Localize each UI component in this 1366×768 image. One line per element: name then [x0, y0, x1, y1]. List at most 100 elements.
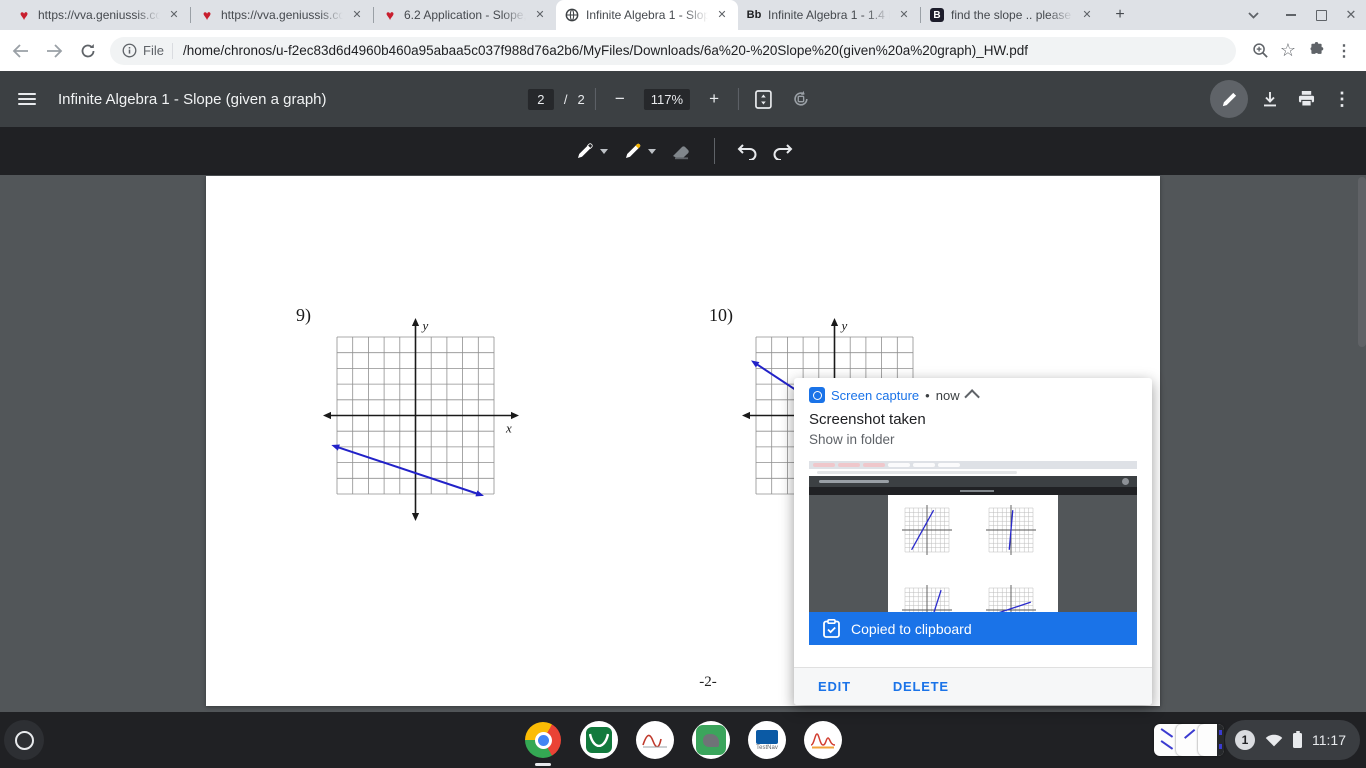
print-icon[interactable] [1292, 85, 1320, 113]
pen-tool-button[interactable] [574, 140, 608, 162]
notification-count-badge: 1 [1235, 730, 1255, 750]
screenshot-thumbnail[interactable]: Copied to clipboard [809, 461, 1137, 645]
url-text[interactable]: /home/chronos/u-f2ec83d6d4960b460a95abaa… [183, 43, 1224, 58]
address-bar[interactable]: File /home/chronos/u-f2ec83d6d4960b460a9… [110, 36, 1236, 65]
shelf-app-testnav[interactable]: TestNav [747, 720, 787, 760]
undo-button[interactable] [737, 143, 758, 160]
new-tab-button[interactable]: + [1107, 2, 1133, 28]
bookmark-star-icon[interactable]: ☆ [1274, 37, 1302, 65]
heart-favicon: ♥ [202, 7, 212, 23]
spectrum-icon [804, 721, 842, 759]
zoom-level-input[interactable]: 117% [643, 88, 691, 110]
shelf-app-chrome[interactable] [523, 720, 563, 766]
pdf-content-area[interactable]: 9) yx 10) yx -2- Screen capture • now Sc… [0, 175, 1366, 712]
clock: 11:17 [1312, 732, 1346, 748]
edit-button[interactable]: EDIT [818, 679, 851, 694]
svg-text:y: y [840, 318, 848, 333]
svg-text:x: x [505, 421, 512, 436]
notification-time: now [935, 387, 960, 403]
notification-title: Screenshot taken [809, 411, 926, 428]
annotate-mode-button[interactable] [1210, 80, 1248, 118]
tab-strip: ♥ https://vva.geniussis.co ✕ ♥ https://v… [0, 0, 1366, 30]
redo-button[interactable] [772, 143, 793, 160]
tab-search-chevron-icon[interactable] [1238, 0, 1268, 30]
reload-icon[interactable] [74, 37, 102, 65]
shelf-app-evernote[interactable] [691, 720, 731, 760]
tab-close-icon[interactable]: ✕ [896, 7, 912, 23]
tab-title: https://vva.geniussis.co [38, 8, 160, 22]
annotation-divider [713, 138, 715, 164]
chrome-icon [525, 722, 561, 758]
tab-close-icon[interactable]: ✕ [349, 7, 365, 23]
info-icon[interactable] [122, 43, 137, 58]
shelf-app-spectrum[interactable] [803, 720, 843, 760]
screen-capture-notification[interactable]: Screen capture • now Screenshot taken Sh… [794, 378, 1152, 705]
zoom-out-button[interactable]: − [606, 85, 634, 113]
clipboard-status-text: Copied to clipboard [851, 620, 972, 637]
tab-geniussis-2[interactable]: ♥ https://vva.geniussis.co ✕ [191, 0, 373, 30]
delete-button[interactable]: DELETE [893, 679, 949, 694]
eraser-tool-button[interactable] [670, 141, 692, 161]
pen-options-caret-icon[interactable] [599, 148, 608, 154]
brainly-favicon: B [930, 8, 944, 22]
fit-to-page-icon[interactable] [749, 85, 777, 113]
download-icon[interactable] [1256, 85, 1284, 113]
browser-toolbar: File /home/chronos/u-f2ec83d6d4960b460a9… [0, 30, 1366, 71]
pdf-menu-icon[interactable] [18, 93, 36, 105]
tab-62-application[interactable]: ♥ 6.2 Application - Slope, ✕ [374, 0, 556, 30]
chromeos-screen: ♥ https://vva.geniussis.co ✕ ♥ https://v… [0, 0, 1366, 768]
page-footer-number: -2- [699, 674, 717, 690]
rotate-icon[interactable] [787, 85, 815, 113]
tab-close-icon[interactable]: ✕ [1079, 7, 1095, 23]
screen-capture-icon [809, 387, 825, 403]
evernote-icon [692, 721, 730, 759]
wifi-icon [1265, 734, 1283, 747]
browser-menu-icon[interactable]: ⋮ [1330, 37, 1358, 65]
page-number-input[interactable]: 2 [527, 88, 554, 110]
zoom-page-icon[interactable] [1246, 37, 1274, 65]
tab-close-icon[interactable]: ✕ [714, 7, 730, 23]
holding-space-tote[interactable] [1154, 722, 1232, 758]
shelf-app-desmos[interactable] [579, 720, 619, 760]
thumbnail-tabstrip [809, 461, 1137, 469]
thumbnail-pdf-toolbar [809, 476, 1137, 487]
toolbar-divider [594, 88, 596, 110]
tab-close-icon[interactable]: ✕ [166, 7, 182, 23]
launcher-button[interactable] [4, 720, 44, 760]
tab-close-icon[interactable]: ✕ [532, 7, 548, 23]
pdf-scrollbar[interactable] [1358, 177, 1366, 347]
highlighter-options-caret-icon[interactable] [647, 148, 656, 154]
extensions-puzzle-icon[interactable] [1302, 37, 1330, 65]
system-tray[interactable]: 1 11:17 [1225, 720, 1360, 760]
graph-9: yx [323, 318, 519, 521]
notification-dot: • [925, 387, 930, 403]
red-curve-graph-icon [636, 721, 674, 759]
tab-title: Infinite Algebra 1 - 1.4 F [768, 8, 890, 22]
tab-brainly[interactable]: B find the slope .. please ✕ [921, 0, 1103, 30]
desmos-icon [580, 721, 618, 759]
tab-pdf-active[interactable]: Infinite Algebra 1 - Slop ✕ [556, 0, 738, 30]
window-minimize-button[interactable] [1276, 0, 1306, 30]
pdf-more-menu-icon[interactable]: ⋮ [1328, 85, 1356, 113]
show-in-folder-link[interactable]: Show in folder [794, 428, 1152, 447]
tote-screenshot-thumb[interactable] [1198, 724, 1224, 756]
testnav-icon: TestNav [748, 721, 786, 759]
omnibox-divider [171, 42, 173, 59]
svg-text:y: y [421, 318, 429, 333]
page-count-total: 2 [577, 91, 585, 107]
collapse-chevron-icon[interactable] [963, 388, 980, 405]
shelf-app-grapher[interactable] [635, 720, 675, 760]
window-restore-button[interactable] [1306, 0, 1336, 30]
window-close-button[interactable]: ✕ [1336, 0, 1366, 30]
highlighter-tool-button[interactable] [622, 140, 656, 162]
page-count-separator: / [563, 91, 568, 107]
back-icon[interactable] [6, 37, 34, 65]
pdf-document-title: Infinite Algebra 1 - Slope (given a grap… [58, 90, 327, 108]
annotation-toolbar [0, 127, 1366, 175]
tab-geniussis-1[interactable]: ♥ https://vva.geniussis.co ✕ [8, 0, 190, 30]
tab-title: Infinite Algebra 1 - Slop [586, 8, 708, 22]
tab-blackboard[interactable]: Bb Infinite Algebra 1 - 1.4 F ✕ [738, 0, 920, 30]
zoom-in-button[interactable]: + [700, 85, 728, 113]
forward-icon[interactable] [40, 37, 68, 65]
heart-favicon: ♥ [385, 7, 395, 23]
